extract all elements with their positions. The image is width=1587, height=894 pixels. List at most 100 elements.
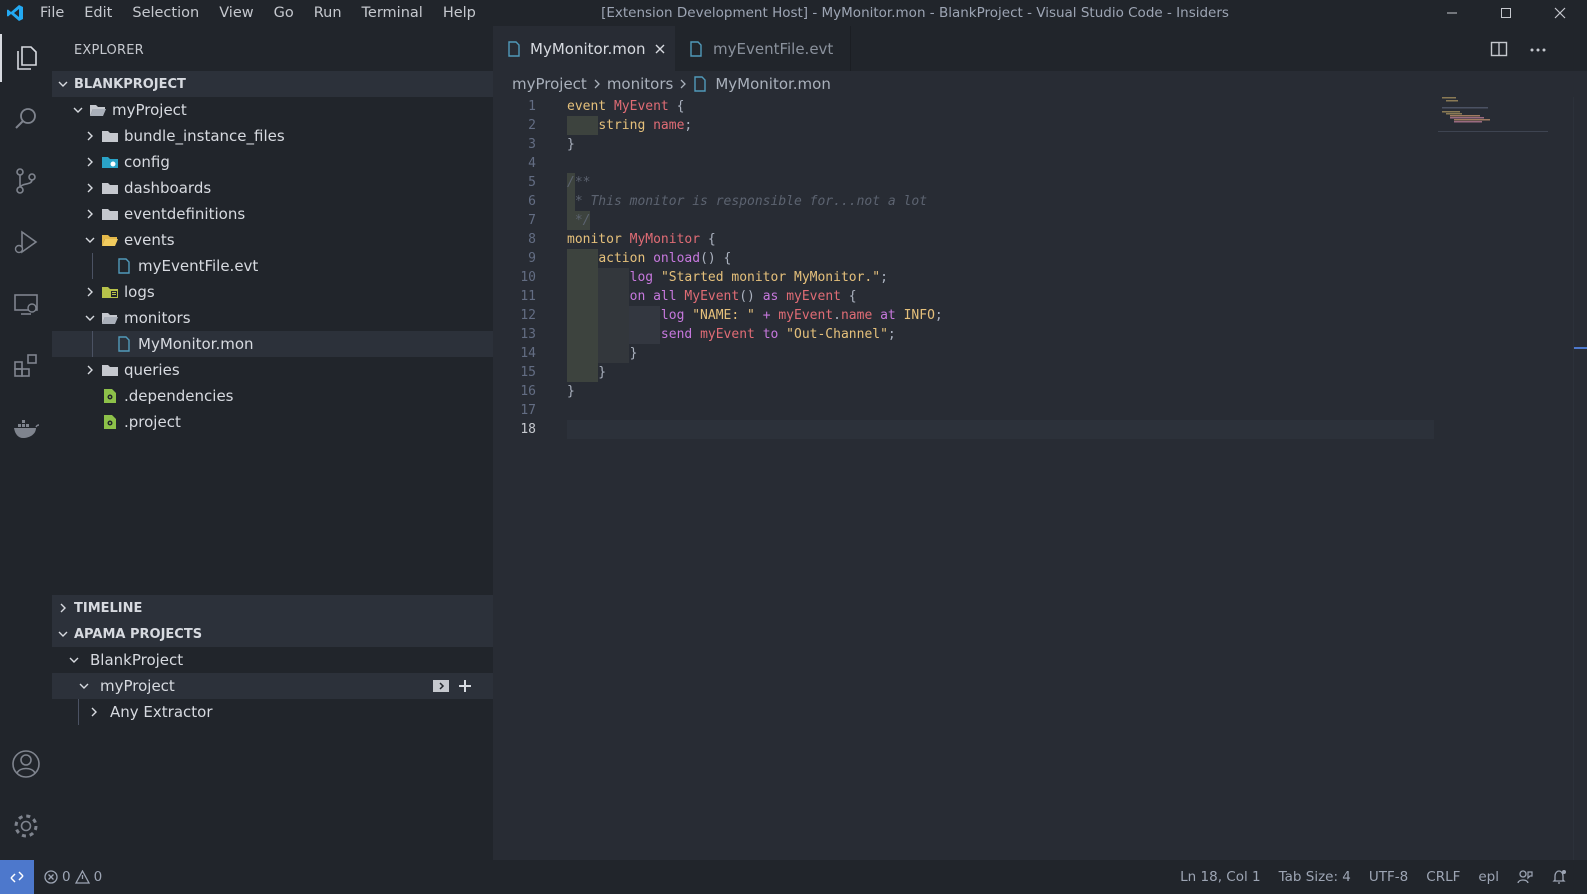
tree-item[interactable]: bundle_instance_files <box>52 123 493 149</box>
code-line: * This monitor is responsible for...not … <box>567 194 928 209</box>
code-line: } <box>567 384 575 399</box>
line-number: 14 <box>520 346 536 361</box>
chevron-right-icon <box>82 357 98 383</box>
add-bundle-icon[interactable] <box>432 679 450 697</box>
file-icon <box>112 331 136 357</box>
tree-item[interactable]: MyMonitor.mon <box>52 331 493 357</box>
problems-indicator[interactable]: 0 0 <box>44 869 102 885</box>
tree-item[interactable]: myEventFile.evt <box>52 253 493 279</box>
line-number: 1 <box>528 99 536 114</box>
line-number: 9 <box>528 251 536 266</box>
maximize-button[interactable] <box>1479 0 1533 26</box>
tree-item[interactable]: dashboards <box>52 175 493 201</box>
line-number: 15 <box>520 365 536 380</box>
breadcrumb-folder[interactable]: monitors <box>607 75 674 93</box>
remote-indicator-icon[interactable] <box>0 860 34 894</box>
apama-project-myproject[interactable]: myProject <box>52 673 493 699</box>
timeline-section-header[interactable]: TIMELINE <box>52 595 493 621</box>
apama-project-blankproject[interactable]: BlankProject <box>52 647 493 673</box>
window-controls <box>1425 0 1587 26</box>
folder-icon <box>98 201 122 227</box>
code-line: } <box>567 137 575 152</box>
remote-explorer-icon[interactable] <box>0 280 52 328</box>
menu-edit[interactable]: Edit <box>74 0 122 26</box>
tree-item[interactable]: logs <box>52 279 493 305</box>
tree-item[interactable]: config <box>52 149 493 175</box>
menu-terminal[interactable]: Terminal <box>352 0 433 26</box>
tree-item[interactable]: .dependencies <box>52 383 493 409</box>
chevron-right-icon <box>86 699 102 725</box>
warning-count: 0 <box>93 869 103 885</box>
docker-icon[interactable] <box>0 404 52 452</box>
account-icon[interactable] <box>0 740 52 788</box>
code-line: log "NAME: " + myEvent.name at INFO; <box>660 308 943 323</box>
breadcrumb-project[interactable]: myProject <box>512 75 587 93</box>
tree-item[interactable]: .project <box>52 409 493 435</box>
menu-run[interactable]: Run <box>304 0 352 26</box>
menu-help[interactable]: Help <box>433 0 486 26</box>
end-of-line[interactable]: CRLF <box>1417 869 1469 885</box>
line-number: 8 <box>528 232 536 247</box>
code-line: } <box>567 365 607 380</box>
cursor-position[interactable]: Ln 18, Col 1 <box>1171 869 1269 885</box>
extensions-icon[interactable] <box>0 342 52 390</box>
close-window-button[interactable] <box>1533 0 1587 26</box>
tree-item[interactable]: eventdefinitions <box>52 201 493 227</box>
tree-item-label: myProject <box>100 677 175 695</box>
notifications-bell-icon[interactable] <box>1542 869 1587 885</box>
encoding[interactable]: UTF-8 <box>1360 869 1417 885</box>
folder-icon <box>98 357 122 383</box>
source-control-icon[interactable] <box>0 157 52 205</box>
close-tab-icon[interactable] <box>654 43 666 55</box>
tree-item[interactable]: myProject <box>52 97 493 123</box>
tree-item[interactable]: queries <box>52 357 493 383</box>
minimap[interactable] <box>1438 95 1548 135</box>
language-mode[interactable]: epl <box>1469 869 1508 885</box>
tree-item-label: monitors <box>124 309 191 327</box>
status-bar: 0 0 Ln 18, Col 1 Tab Size: 4 UTF-8 CRLF … <box>0 860 1587 894</box>
feedback-icon[interactable] <box>1508 869 1542 885</box>
chevron-right-icon <box>592 78 602 90</box>
code-line: */ <box>567 213 591 228</box>
tree-item-label: myProject <box>112 101 187 119</box>
chevron-down-icon <box>52 78 74 90</box>
explorer-sidebar: EXPLORER BLANKPROJECT myProject bundle_in… <box>52 26 493 872</box>
tree-item[interactable]: events <box>52 227 493 253</box>
file-icon <box>689 40 703 57</box>
vscode-logo-icon <box>0 0 30 26</box>
apama-extractor-item[interactable]: Any Extractor <box>52 699 493 725</box>
tab-mymonitor[interactable]: MyMonitor.mon <box>493 26 675 71</box>
settings-gear-icon[interactable] <box>0 802 52 850</box>
chevron-right-icon <box>678 78 688 90</box>
line-number: 3 <box>528 137 536 152</box>
breadcrumb-file[interactable]: MyMonitor.mon <box>715 75 831 93</box>
window-title: [Extension Development Host] - MyMonitor… <box>601 5 1229 21</box>
vertical-scrollbar[interactable] <box>1573 97 1587 872</box>
tree-item-label: eventdefinitions <box>124 205 246 223</box>
file-icon <box>112 253 136 279</box>
menu-view[interactable]: View <box>209 0 263 26</box>
files-icon[interactable] <box>0 34 52 82</box>
run-debug-icon[interactable] <box>0 218 52 266</box>
tab-size[interactable]: Tab Size: 4 <box>1270 869 1360 885</box>
more-actions-icon[interactable] <box>1529 40 1547 62</box>
menu-selection[interactable]: Selection <box>122 0 209 26</box>
code-line: } <box>567 346 638 361</box>
menu-file[interactable]: File <box>30 0 74 26</box>
search-icon[interactable] <box>0 95 52 143</box>
code-line: log "Started monitor MyMonitor."; <box>629 270 888 285</box>
workspace-section-header[interactable]: BLANKPROJECT <box>52 71 493 97</box>
split-editor-icon[interactable] <box>1490 40 1508 62</box>
line-number: 17 <box>520 403 536 418</box>
menu-go[interactable]: Go <box>264 0 304 26</box>
tree-item[interactable]: monitors <box>52 305 493 331</box>
tab-myeventfile[interactable]: myEventFile.evt <box>675 26 851 71</box>
apama-projects-section-header[interactable]: APAMA PROJECTS <box>52 621 493 647</box>
file-icon <box>693 76 707 92</box>
minimize-button[interactable] <box>1425 0 1479 26</box>
add-icon[interactable] <box>457 678 473 698</box>
chevron-down-icon <box>66 647 82 673</box>
